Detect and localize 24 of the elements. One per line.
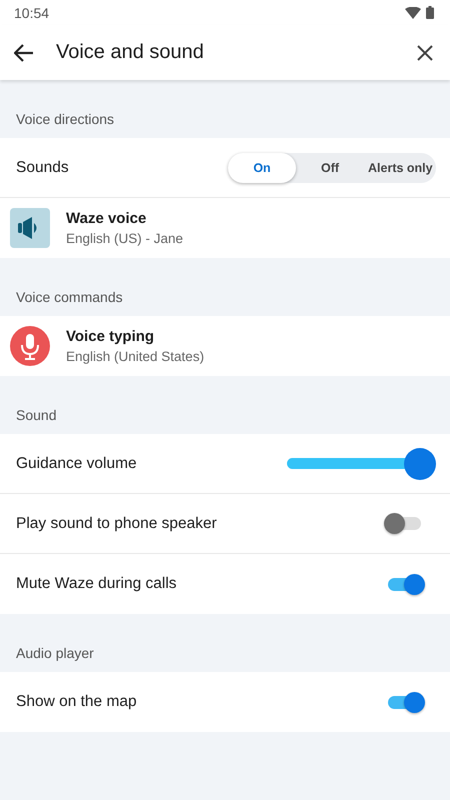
section-title: Audio player: [16, 645, 94, 661]
settings-item[interactable]: Waze voice English (US) - Jane: [0, 198, 450, 258]
section-title: Sound: [16, 407, 56, 423]
wifi-icon: [405, 6, 421, 18]
speaker-icon: [10, 208, 50, 248]
settings-item[interactable]: Voice typing English (United States): [0, 316, 450, 376]
screen-title: Voice and sound: [56, 41, 205, 64]
back-arrow-icon[interactable]: [14, 44, 34, 62]
slider-thumb[interactable]: [404, 448, 436, 480]
segment-option[interactable]: Off: [296, 152, 364, 182]
setting-label: Play sound to phone speaker: [16, 514, 218, 532]
setting-label: Guidance volume: [16, 454, 138, 472]
close-icon[interactable]: [416, 44, 434, 62]
setting-label: Show on the map: [16, 693, 138, 711]
volume-slider[interactable]: [287, 448, 436, 480]
segment-option[interactable]: Alerts only: [364, 152, 436, 182]
setting-label: Mute Waze during calls: [16, 575, 178, 593]
status-time: 10:54: [14, 4, 50, 20]
battery-icon: [426, 6, 434, 19]
section-title: Voice commands: [16, 289, 123, 305]
segment-option[interactable]: On: [228, 152, 296, 182]
microphone-icon: [10, 326, 50, 366]
section-title: Voice directions: [16, 111, 114, 127]
setting-label: Sounds: [16, 158, 70, 176]
